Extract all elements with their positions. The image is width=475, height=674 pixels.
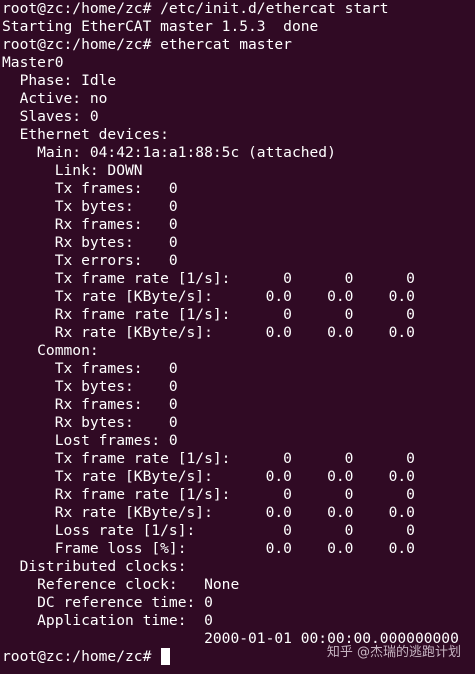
terminal-line: root@zc:/home/zc# /etc/init.d/ethercat s… xyxy=(2,0,389,17)
terminal-line: Frame loss [%]: 0.0 0.0 0.0 xyxy=(2,540,415,557)
terminal-line: Distributed clocks: xyxy=(2,558,187,575)
terminal-line: Active: no xyxy=(2,90,108,107)
terminal-line: Link: DOWN xyxy=(2,162,143,179)
terminal-line: Tx errors: 0 xyxy=(2,252,178,269)
terminal-line: DC reference time: 0 xyxy=(2,594,213,611)
watermark: 知乎 @杰瑞的逃跑计划 xyxy=(326,645,461,660)
terminal-line: Phase: Idle xyxy=(2,72,117,89)
terminal-line: Reference clock: None xyxy=(2,576,240,593)
terminal-window[interactable]: root@zc:/home/zc# /etc/init.d/ethercat s… xyxy=(0,0,475,674)
terminal-line: Tx bytes: 0 xyxy=(2,198,178,215)
terminal-line: Tx frames: 0 xyxy=(2,180,178,197)
terminal-line: Ethernet devices: xyxy=(2,126,169,143)
terminal-line: root@zc:/home/zc# ethercat master xyxy=(2,36,292,53)
terminal-line: Rx rate [KByte/s]: 0.0 0.0 0.0 xyxy=(2,324,415,341)
terminal-line: Starting EtherCAT master 1.5.3 done xyxy=(2,18,319,35)
terminal-line: Tx rate [KByte/s]: 0.0 0.0 0.0 xyxy=(2,288,415,305)
terminal-line: Rx bytes: 0 xyxy=(2,234,178,251)
terminal-output: root@zc:/home/zc# /etc/init.d/ethercat s… xyxy=(2,0,475,648)
terminal-line: Rx frame rate [1/s]: 0 0 0 xyxy=(2,486,415,503)
terminal-line: Rx frames: 0 xyxy=(2,216,178,233)
terminal-line: Main: 04:42:1a:a1:88:5c (attached) xyxy=(2,144,336,161)
terminal-line: Common: xyxy=(2,342,99,359)
terminal-line: Rx bytes: 0 xyxy=(2,414,178,431)
cursor-icon xyxy=(161,648,171,665)
terminal-line: Rx frames: 0 xyxy=(2,396,178,413)
terminal-line: Rx frame rate [1/s]: 0 0 0 xyxy=(2,306,415,323)
terminal-line: Master0 xyxy=(2,54,64,71)
terminal-prompt: root@zc:/home/zc# xyxy=(2,648,161,665)
terminal-line: Tx frame rate [1/s]: 0 0 0 xyxy=(2,270,415,287)
terminal-line: Lost frames: 0 xyxy=(2,432,178,449)
terminal-line: Tx bytes: 0 xyxy=(2,378,178,395)
terminal-line: Rx rate [KByte/s]: 0.0 0.0 0.0 xyxy=(2,504,415,521)
terminal-line: Slaves: 0 xyxy=(2,108,99,125)
terminal-line: Tx rate [KByte/s]: 0.0 0.0 0.0 xyxy=(2,468,415,485)
terminal-line: Loss rate [1/s]: 0 0 0 xyxy=(2,522,415,539)
terminal-line: Tx frame rate [1/s]: 0 0 0 xyxy=(2,450,415,467)
terminal-line: Application time: 0 xyxy=(2,612,213,629)
terminal-line: Tx frames: 0 xyxy=(2,360,178,377)
